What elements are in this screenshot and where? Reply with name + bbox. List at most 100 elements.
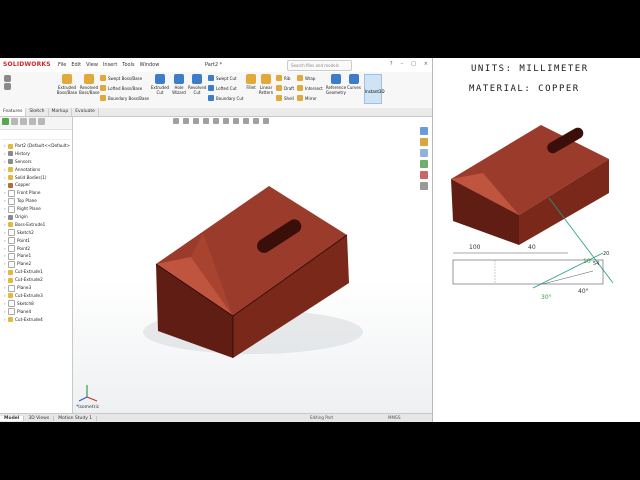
tree-item[interactable]: › Front Plane xyxy=(0,189,72,197)
swept-cut-label: Swept Cut xyxy=(216,75,237,81)
swept-boss-button[interactable]: Swept Boss/Base xyxy=(100,75,142,81)
swept-cut-button[interactable]: Swept Cut xyxy=(208,75,237,81)
mirror-button[interactable]: Mirror xyxy=(297,95,317,101)
tree-item[interactable]: › Plane3 xyxy=(0,284,72,292)
home-icon[interactable] xyxy=(4,83,11,90)
plane-icon xyxy=(8,308,15,316)
model-view xyxy=(78,186,363,402)
shell-button[interactable]: Shell xyxy=(276,95,294,101)
property-manager-icon[interactable] xyxy=(11,118,18,125)
menu-file[interactable]: File xyxy=(58,62,66,68)
revolved-boss-label: Revolved Boss/Base xyxy=(79,85,100,95)
tree-item[interactable]: › Sketch2 xyxy=(0,229,72,237)
menu-insert[interactable]: Insert xyxy=(103,62,117,68)
rib-label: Rib xyxy=(284,75,291,81)
tree-item-label: Sensors xyxy=(15,158,32,164)
tree-item-label: Cut-Extrude3 xyxy=(15,292,43,298)
maximize-icon[interactable]: □ xyxy=(411,61,416,67)
display-manager-icon[interactable] xyxy=(38,118,45,125)
draft-button[interactable]: Draft xyxy=(276,85,294,91)
tab-motion-study[interactable]: Motion Study 1 xyxy=(54,416,98,421)
reference-geometry-icon xyxy=(331,74,341,84)
tree-item[interactable]: › Point1 xyxy=(0,237,72,245)
tree-item[interactable]: › Cut-Extrude4 xyxy=(0,316,72,324)
boundary-cut-button[interactable]: Boundary Cut xyxy=(208,95,243,101)
wrap-button[interactable]: Wrap xyxy=(297,75,315,81)
tree-item[interactable]: › Origin xyxy=(0,213,72,221)
search-input[interactable]: Search files and models xyxy=(287,60,352,71)
tree-item[interactable]: › History xyxy=(0,150,72,158)
extruded-cut-label: Extruded Cut xyxy=(150,85,170,95)
tree-item[interactable]: › Sketch8 xyxy=(0,300,72,308)
tree-item[interactable]: › Part2 (Default<<Default> xyxy=(0,142,72,150)
tab-markup[interactable]: Markup xyxy=(49,108,73,116)
tab-model[interactable]: Model xyxy=(0,416,25,421)
linear-pattern-button[interactable]: Linear Pattern xyxy=(258,74,274,95)
curves-button[interactable]: Curves xyxy=(346,74,362,90)
plane-icon xyxy=(8,252,15,260)
reference-geometry-button[interactable]: Reference Geometry xyxy=(325,74,347,95)
command-tabs: Features Sketch Markup Evaluate xyxy=(0,108,432,117)
revolved-boss-icon xyxy=(84,74,94,84)
menu-tools[interactable]: Tools xyxy=(122,62,134,68)
rib-button[interactable]: Rib xyxy=(276,75,290,81)
feature-icon xyxy=(8,222,13,228)
revolved-cut-button[interactable]: Revolved Cut xyxy=(188,74,206,95)
fillet-button[interactable]: Fillet xyxy=(244,74,258,90)
tree-item[interactable]: › Plane2 xyxy=(0,260,72,268)
new-icon[interactable] xyxy=(4,75,11,82)
tree-item[interactable]: › Cut-Extrude3 xyxy=(0,292,72,300)
graphics-area[interactable]: *Isometric xyxy=(73,117,432,413)
boundary-boss-button[interactable]: Boundary Boss/Base xyxy=(100,95,149,101)
menu-view[interactable]: View xyxy=(86,62,98,68)
shell-icon xyxy=(276,95,282,101)
close-icon[interactable]: × xyxy=(424,61,428,67)
tree-item[interactable]: › Solid Bodies(1) xyxy=(0,174,72,182)
tree-item[interactable]: › Right Plane xyxy=(0,205,72,213)
hole-wizard-button[interactable]: Hole Wizard xyxy=(170,74,188,95)
tree-item[interactable]: › Cut-Extrude2 xyxy=(0,276,72,284)
feature-icon xyxy=(8,277,13,283)
tree-item[interactable]: › Cut-Extrude1 xyxy=(0,268,72,276)
tree-item[interactable]: › Plane4 xyxy=(0,308,72,316)
lofted-boss-button[interactable]: Lofted Boss/Base xyxy=(100,85,142,91)
curves-label: Curves xyxy=(347,85,361,90)
tree-item[interactable]: › Sensors xyxy=(0,158,72,166)
window-controls: ? – □ × xyxy=(390,61,428,67)
units-status[interactable]: MMGS xyxy=(388,415,401,420)
configuration-manager-icon[interactable] xyxy=(20,118,27,125)
instant3d-button[interactable]: Instant3D xyxy=(364,74,385,104)
tree-item-label: Solid Bodies(1) xyxy=(15,174,47,180)
extruded-boss-button[interactable]: Extruded Boss/Base xyxy=(56,74,78,95)
tab-features[interactable]: Features xyxy=(0,108,27,116)
linear-pattern-label: Linear Pattern xyxy=(258,85,274,95)
status-text: Editing Part xyxy=(310,415,334,420)
tree-filter[interactable] xyxy=(2,132,70,140)
tree-item[interactable]: › Plane1 xyxy=(0,252,72,260)
boundary-cut-label: Boundary Cut xyxy=(216,95,244,101)
dim-40: 40 xyxy=(528,244,536,251)
menu-edit[interactable]: Edit xyxy=(71,62,81,68)
tab-sketch[interactable]: Sketch xyxy=(26,108,49,116)
tree-item[interactable]: › Annotations xyxy=(0,166,72,174)
tree-item[interactable]: › Top Plane xyxy=(0,197,72,205)
menu-window[interactable]: Window xyxy=(140,62,160,68)
help-icon[interactable]: ? xyxy=(390,61,393,67)
dimxpert-icon[interactable] xyxy=(29,118,36,125)
extruded-cut-button[interactable]: Extruded Cut xyxy=(150,74,170,95)
tab-evaluate[interactable]: Evaluate xyxy=(72,108,99,116)
ref-slope-line xyxy=(542,270,594,285)
screen: SOLIDWORKS File Edit View Insert Tools W… xyxy=(0,58,640,422)
tree-item[interactable]: › Copper xyxy=(0,181,72,189)
intersect-button[interactable]: Intersect xyxy=(297,85,323,91)
tree-item[interactable]: › Boss-Extrude1 xyxy=(0,221,72,229)
minimize-icon[interactable]: – xyxy=(401,61,404,67)
tab-3d-views[interactable]: 3D Views xyxy=(24,416,55,421)
revolved-boss-button[interactable]: Revolved Boss/Base xyxy=(79,74,99,95)
feature-manager-icon[interactable] xyxy=(2,118,9,125)
wrap-label: Wrap xyxy=(305,75,316,81)
lofted-cut-button[interactable]: Lofted Cut xyxy=(208,85,237,91)
material-icon xyxy=(8,182,13,188)
draft-label: Draft xyxy=(284,85,295,91)
tree-item[interactable]: › Point2 xyxy=(0,245,72,253)
